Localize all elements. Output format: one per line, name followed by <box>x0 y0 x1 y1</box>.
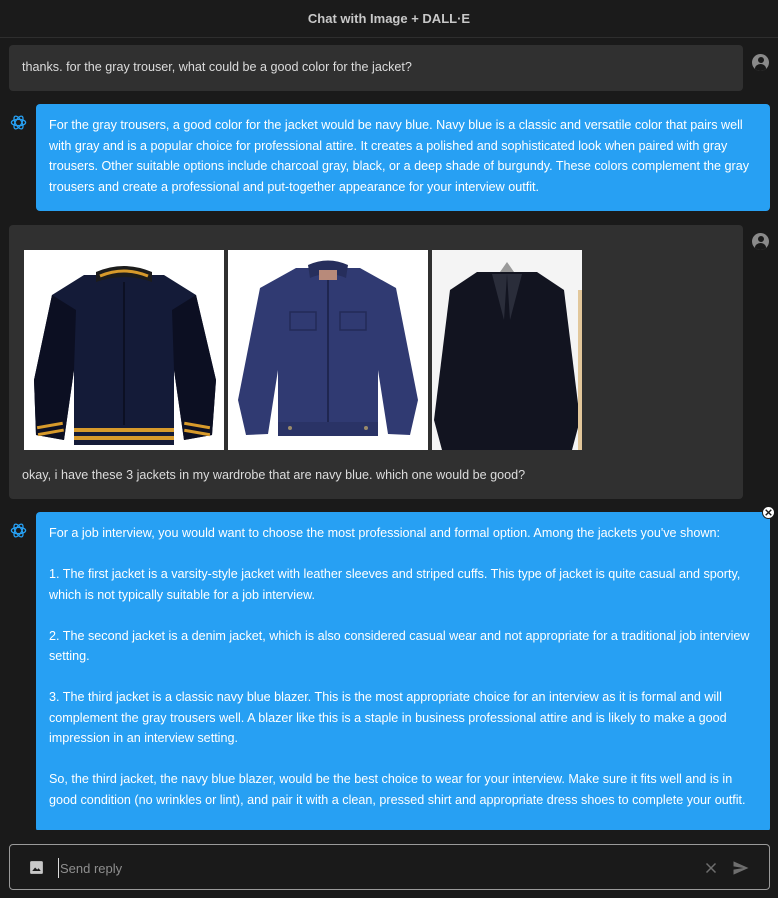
close-icon[interactable] <box>702 859 720 877</box>
attached-image-varsity-jacket[interactable] <box>24 250 224 450</box>
user-message-text: okay, i have these 3 jackets in my wardr… <box>22 468 526 482</box>
assistant-paragraph: For a job interview, you would want to c… <box>49 526 720 540</box>
attached-image-blazer[interactable] <box>432 250 582 450</box>
assistant-paragraph: 1. The first jacket is a varsity-style j… <box>49 567 741 602</box>
assistant-paragraph: So, the third jacket, the navy blue blaz… <box>49 772 746 807</box>
reply-input[interactable] <box>58 858 678 878</box>
image-attachments <box>24 250 582 450</box>
reply-composer <box>9 844 770 890</box>
assistant-message-text: For the gray trousers, a good color for … <box>49 118 750 194</box>
user-message-with-images: okay, i have these 3 jackets in my wardr… <box>9 225 743 499</box>
openai-logo-icon <box>10 115 27 130</box>
openai-logo-icon <box>10 523 27 538</box>
user-avatar-icon <box>752 54 769 71</box>
assistant-message: For a job interview, you would want to c… <box>36 512 770 830</box>
assistant-paragraph: 3. The third jacket is a classic navy bl… <box>49 690 727 745</box>
user-message-text: thanks. for the gray trouser, what could… <box>22 60 412 74</box>
window-title: Chat with Image + DALL·E <box>0 0 778 38</box>
user-message: thanks. for the gray trouser, what could… <box>9 45 743 91</box>
assistant-message: For the gray trousers, a good color for … <box>36 104 770 211</box>
assistant-paragraph: 2. The second jacket is a denim jacket, … <box>49 628 750 664</box>
chat-thread[interactable]: thanks. for the gray trouser, what could… <box>0 39 778 830</box>
close-circle-icon[interactable] <box>762 506 775 519</box>
send-icon[interactable] <box>731 858 751 878</box>
attached-image-denim-jacket[interactable] <box>228 250 428 450</box>
user-avatar-icon <box>752 233 769 250</box>
image-icon[interactable] <box>28 859 45 876</box>
